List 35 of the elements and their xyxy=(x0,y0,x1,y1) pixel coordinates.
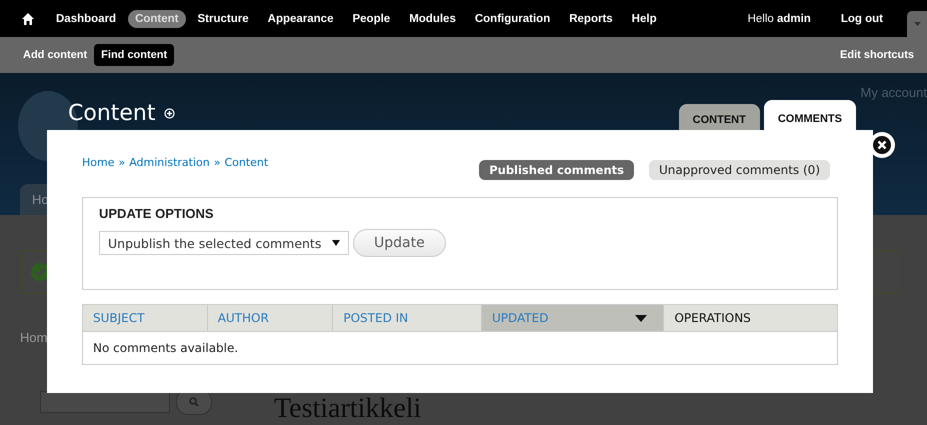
breadcrumb-separator: » xyxy=(214,156,220,169)
panel-legend: UPDATE OPTIONS xyxy=(99,206,821,221)
logout-link[interactable]: Log out xyxy=(834,10,890,28)
breadcrumb-link[interactable]: Home xyxy=(82,156,114,169)
toolbar-menu-link[interactable]: Dashboard xyxy=(49,10,124,28)
add-shortcut-icon[interactable] xyxy=(164,108,174,118)
breadcrumb-separator: » xyxy=(118,156,126,169)
shortcuts-toggle-button[interactable] xyxy=(907,11,927,37)
toolbar-menu-link[interactable]: Modules xyxy=(402,10,463,28)
background-breadcrumb: Hom xyxy=(20,330,48,345)
home-icon[interactable] xyxy=(22,12,34,24)
shortcut-link[interactable]: Add content xyxy=(16,44,94,66)
shortcut-link[interactable]: Find content xyxy=(94,44,174,66)
update-button[interactable]: Update xyxy=(353,229,446,257)
filter-tab[interactable]: Published comments xyxy=(479,160,634,180)
page-title: Content xyxy=(68,100,156,126)
greeting-text: Hello admin xyxy=(746,12,812,26)
toolbar-menu-link[interactable]: Help xyxy=(624,10,664,28)
toolbar-menu-link[interactable]: Appearance xyxy=(260,10,340,28)
edit-shortcuts-link[interactable]: Edit shortcuts xyxy=(833,44,921,66)
close-icon xyxy=(873,136,891,154)
search-icon xyxy=(189,397,199,407)
caret-icon xyxy=(914,22,920,26)
toolbar-menu-link[interactable]: Structure xyxy=(190,10,256,28)
sort-descending-icon xyxy=(635,314,648,322)
breadcrumb-link[interactable]: Administration xyxy=(129,156,210,169)
dropdown-arrow-icon xyxy=(332,240,340,246)
breadcrumb-link[interactable]: Content xyxy=(224,156,268,169)
empty-table-message: No comments available. xyxy=(83,331,837,364)
filter-tab[interactable]: Unapproved comments (0) xyxy=(649,160,830,180)
action-select[interactable]: Unpublish the selected comments xyxy=(99,231,349,255)
column-header: OPERATIONS xyxy=(673,310,752,327)
toolbar-menu-link[interactable]: Configuration xyxy=(468,10,558,28)
toolbar-menu-link[interactable]: Reports xyxy=(562,10,620,28)
toolbar-menu-link[interactable]: People xyxy=(345,10,398,28)
